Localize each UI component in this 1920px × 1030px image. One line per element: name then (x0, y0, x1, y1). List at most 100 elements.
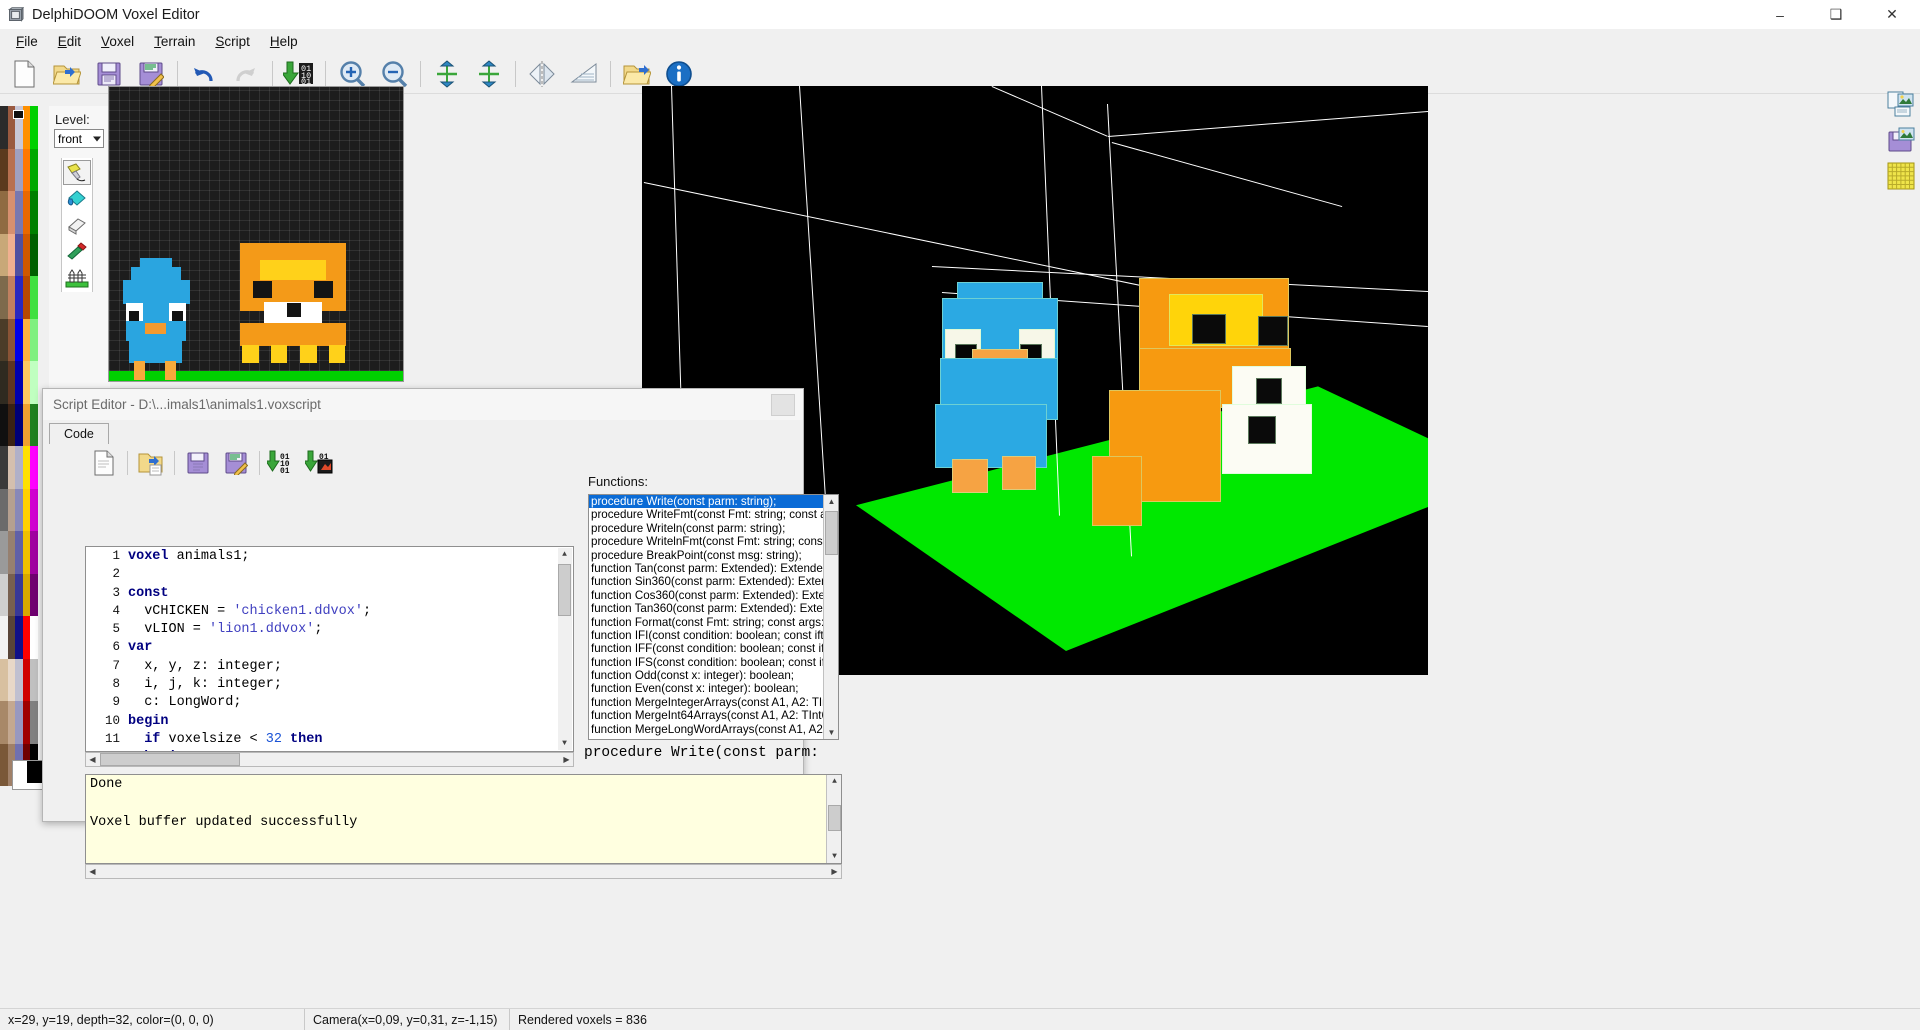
palette-swatch[interactable] (7, 531, 16, 574)
palette-swatch[interactable] (30, 531, 38, 574)
palette-swatch[interactable] (22, 616, 31, 659)
palette-swatch[interactable] (30, 361, 38, 404)
menu-file[interactable]: File (6, 31, 48, 52)
palette-swatch[interactable] (30, 233, 38, 276)
palette-swatch[interactable] (15, 148, 23, 191)
palette-swatch[interactable] (0, 233, 8, 276)
palette-swatch[interactable] (30, 488, 38, 531)
palette-swatch[interactable] (0, 361, 8, 404)
palette-swatch[interactable] (15, 318, 23, 361)
script-output-pane[interactable]: ▲ ▼ Done Voxel buffer updated successful… (85, 774, 842, 864)
functions-list[interactable]: ▲ ▼ procedure Write(const parm: string);… (588, 494, 839, 740)
palette-swatch[interactable] (7, 361, 16, 404)
floppy-save-icon[interactable] (179, 446, 217, 480)
code-editor[interactable]: ▲ ▼ 1 voxel animals1; 2 3 const 4 vCHICKEN = … (85, 546, 574, 752)
palette-swatch[interactable] (30, 616, 38, 659)
palette-swatch[interactable] (15, 616, 23, 659)
function-list-item[interactable]: function MergeInt64Arrays(const A1, A2: … (589, 709, 838, 722)
palette-swatch[interactable] (7, 573, 16, 616)
function-list-item[interactable]: function MergeLongWordArrays(const A1, A… (589, 723, 838, 736)
functions-scroll-thumb[interactable] (825, 511, 838, 555)
palette-swatch[interactable] (0, 701, 8, 744)
flip-vertical-icon[interactable] (468, 55, 510, 93)
palette-swatch[interactable] (0, 403, 8, 446)
palette-swatch[interactable] (15, 531, 23, 574)
menu-help[interactable]: Help (260, 31, 308, 52)
close-button[interactable]: ✕ (1864, 0, 1920, 29)
menu-voxel[interactable]: Voxel (91, 31, 144, 52)
palette-swatch[interactable] (15, 658, 23, 701)
compile-binary-icon[interactable]: 01 10 01 (264, 446, 302, 480)
palette-swatch[interactable] (22, 148, 31, 191)
palette-swatch[interactable] (22, 361, 31, 404)
floppy-save-as-icon[interactable] (217, 446, 255, 480)
function-list-item[interactable]: function IFS(const condition: boolean; c… (589, 656, 838, 669)
palette-swatch[interactable] (22, 531, 31, 574)
new-document-icon[interactable] (4, 55, 46, 93)
function-list-item[interactable]: function Tan360(const parm: Extended): E… (589, 602, 838, 615)
palette-swatch[interactable] (0, 616, 8, 659)
current-color-swatch[interactable] (12, 760, 46, 790)
color-palette[interactable] (0, 106, 38, 786)
palette-swatch[interactable] (30, 276, 38, 319)
palette-swatch[interactable] (0, 573, 8, 616)
perspective-icon[interactable] (563, 55, 605, 93)
level-dropdown[interactable]: front (54, 129, 104, 148)
palette-swatch[interactable] (30, 701, 38, 744)
palette-swatch[interactable] (7, 488, 16, 531)
function-list-item[interactable]: function Even(const x: integer): boolean… (589, 682, 838, 695)
code-scroll-thumb[interactable] (558, 564, 571, 616)
palette-swatch[interactable] (15, 573, 23, 616)
function-list-item[interactable]: function Format(const Fmt: string; const… (589, 616, 838, 629)
open-folder-icon[interactable] (46, 55, 88, 93)
palette-column[interactable] (0, 106, 8, 786)
palette-swatch[interactable] (0, 658, 8, 701)
function-list-item[interactable]: procedure WritelnFmt(const Fmt: string; … (589, 535, 838, 548)
palette-column[interactable] (30, 106, 38, 786)
palette-swatch[interactable] (0, 191, 8, 234)
palette-column[interactable] (15, 106, 23, 786)
palette-swatch[interactable] (30, 658, 38, 701)
open-folder-icon[interactable] (132, 446, 170, 480)
function-list-item[interactable]: function Tan(const parm: Extended): Exte… (589, 562, 838, 575)
menu-terrain[interactable]: Terrain (144, 31, 205, 52)
load-image-icon[interactable] (1884, 88, 1918, 120)
scroll-right-icon[interactable]: ▶ (828, 865, 841, 878)
palette-swatch[interactable] (22, 276, 31, 319)
function-list-item[interactable]: procedure Write(const parm: string); (589, 495, 838, 509)
palette-swatch[interactable] (22, 573, 31, 616)
palette-swatch[interactable] (30, 318, 38, 361)
scroll-down-icon[interactable]: ▼ (828, 850, 841, 863)
palette-swatch[interactable] (15, 361, 23, 404)
palette-column[interactable] (22, 106, 31, 786)
palette-swatch[interactable] (15, 446, 23, 489)
palette-swatch[interactable] (15, 276, 23, 319)
voxel-canvas-front-view[interactable] (108, 86, 404, 382)
palette-swatch[interactable] (22, 488, 31, 531)
palette-swatch[interactable] (15, 403, 23, 446)
palette-column[interactable] (7, 106, 16, 786)
palette-swatch[interactable] (7, 616, 16, 659)
scroll-down-icon[interactable]: ▼ (825, 726, 838, 739)
eraser-icon[interactable] (63, 212, 91, 237)
palette-swatch[interactable] (15, 701, 23, 744)
minimize-button[interactable]: – (1752, 0, 1808, 29)
code-horizontal-scrollbar[interactable]: ◀ ▶ (85, 752, 574, 767)
function-list-item[interactable]: function Cos360(const parm: Extended): E… (589, 589, 838, 602)
palette-swatch[interactable] (7, 233, 16, 276)
output-vertical-scrollbar[interactable]: ▲ ▼ (826, 775, 841, 863)
code-hscroll-thumb[interactable] (100, 753, 240, 766)
eyedropper-icon[interactable] (63, 238, 91, 263)
pencil-icon[interactable] (63, 160, 91, 185)
scroll-up-icon[interactable]: ▲ (828, 775, 841, 788)
function-list-item[interactable]: function MergeIntegerArrays(const A1, A2… (589, 696, 838, 709)
palette-swatch[interactable] (0, 148, 8, 191)
function-list-item[interactable]: procedure WriteFmt(const Fmt: string; co… (589, 508, 838, 521)
palette-swatch[interactable] (15, 488, 23, 531)
output-scroll-thumb[interactable] (828, 805, 841, 831)
palette-swatch[interactable] (22, 318, 31, 361)
palette-swatch[interactable] (22, 403, 31, 446)
palette-swatch[interactable] (22, 701, 31, 744)
fence-terrain-icon[interactable] (63, 264, 91, 289)
palette-swatch[interactable] (7, 191, 16, 234)
